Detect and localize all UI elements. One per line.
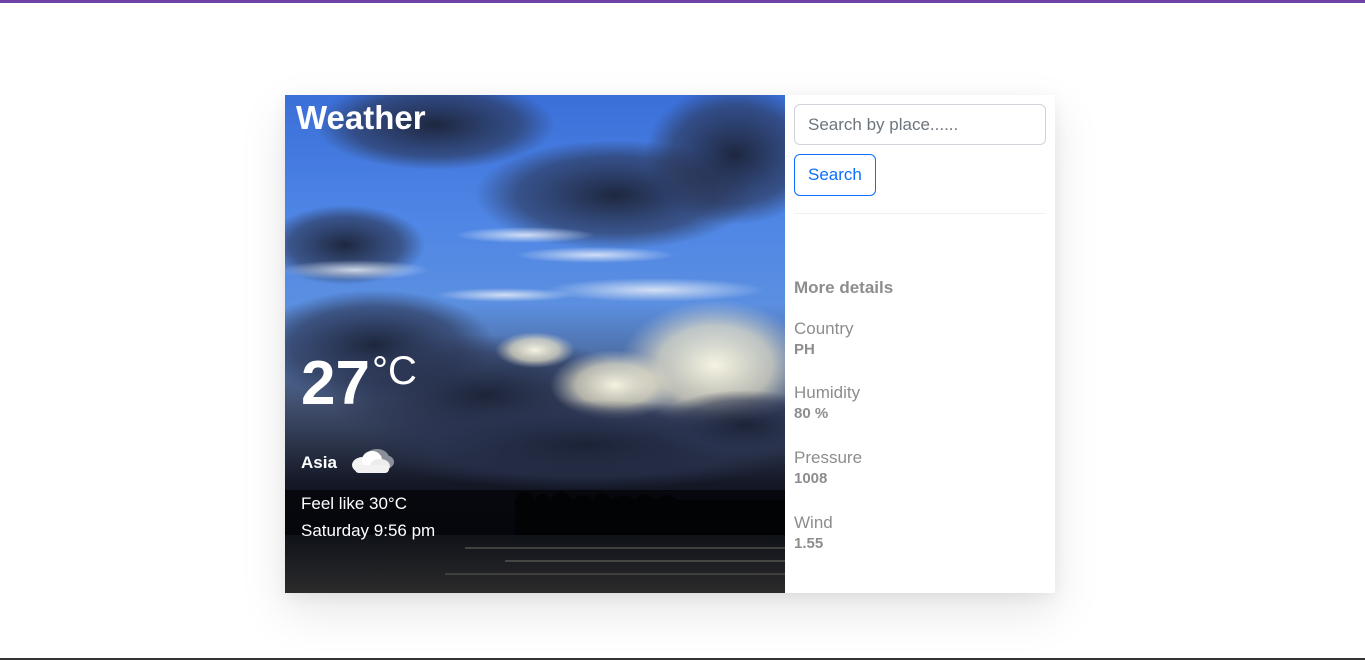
location-name: Asia [301, 452, 337, 472]
details-sidebar: Search More details Country PH Humidity … [785, 95, 1055, 593]
weather-hero-panel: Weather 27 °C Asia Feel like 30°C Saturd… [285, 95, 785, 593]
temperature-unit: °C [371, 349, 417, 393]
detail-humidity: Humidity 80 % [794, 382, 860, 424]
feels-like-text: Feel like 30°C [301, 494, 408, 513]
more-details-heading: More details [794, 278, 894, 297]
detail-wind: Wind 1.55 [794, 512, 833, 554]
date-time-text: Saturday 9:56 pm [301, 521, 436, 540]
detail-value: 1.55 [794, 535, 824, 552]
detail-label: Country [794, 319, 854, 338]
weather-card: Weather 27 °C Asia Feel like 30°C Saturd… [285, 95, 1055, 593]
detail-label: Pressure [794, 448, 863, 467]
detail-label: Humidity [794, 383, 861, 402]
search-input[interactable] [794, 104, 1046, 145]
sky-background-image [285, 95, 785, 593]
app-title: Weather [296, 99, 426, 136]
detail-value: 80 % [794, 405, 829, 422]
search-button[interactable]: Search [794, 154, 876, 196]
detail-label: Wind [794, 513, 833, 532]
cloud-icon [347, 445, 395, 480]
detail-country: Country PH [794, 318, 854, 360]
sidebar-divider [794, 213, 1046, 214]
temperature-value: 27 [301, 349, 370, 418]
detail-value: PH [794, 341, 815, 358]
location-row: Asia [301, 445, 395, 480]
detail-pressure: Pressure 1008 [794, 447, 862, 489]
top-accent-bar [0, 0, 1365, 3]
detail-value: 1008 [794, 470, 828, 487]
current-temperature: 27 °C [301, 349, 417, 418]
